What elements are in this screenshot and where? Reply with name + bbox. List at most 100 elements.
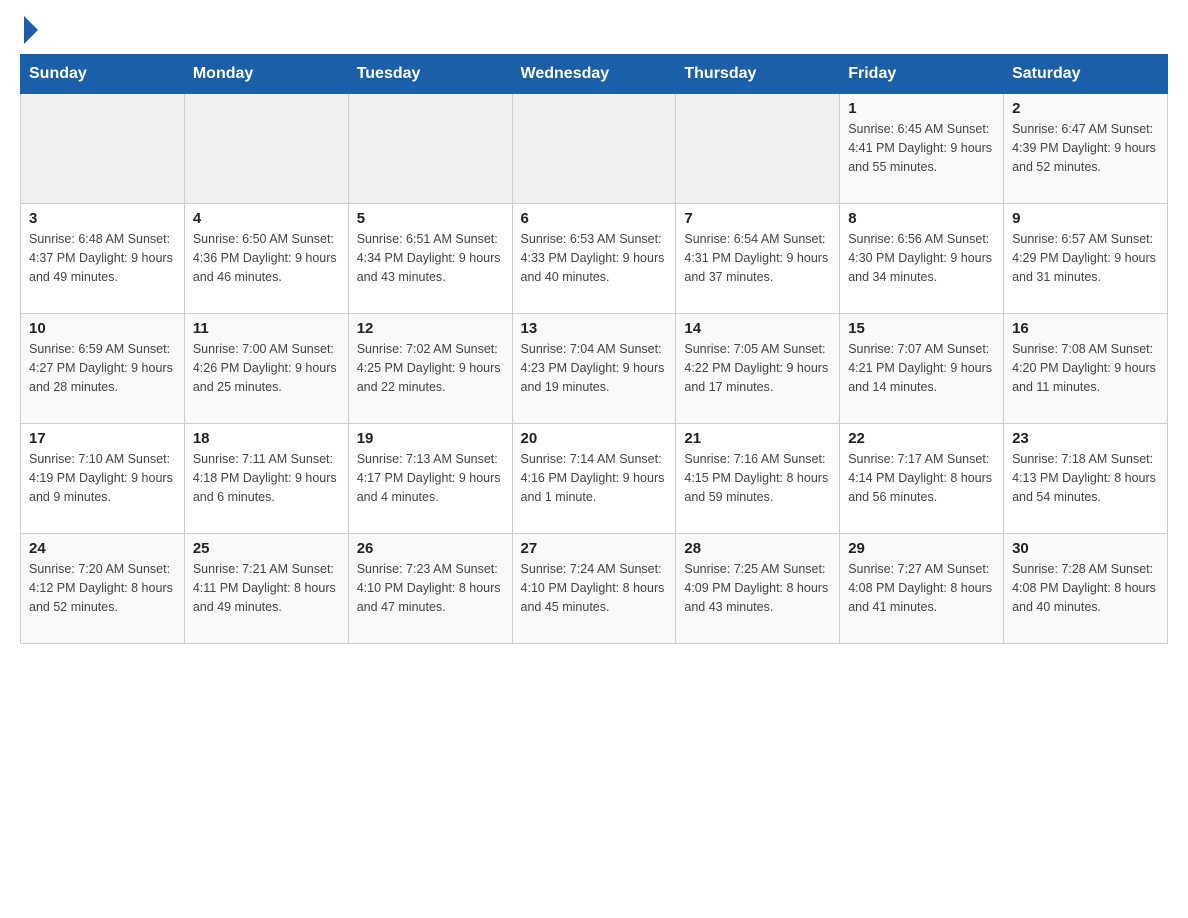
day-info: Sunrise: 7:18 AM Sunset: 4:13 PM Dayligh…: [1012, 450, 1159, 506]
day-info: Sunrise: 7:00 AM Sunset: 4:26 PM Dayligh…: [193, 340, 340, 396]
day-info: Sunrise: 7:27 AM Sunset: 4:08 PM Dayligh…: [848, 560, 995, 616]
day-info: Sunrise: 7:25 AM Sunset: 4:09 PM Dayligh…: [684, 560, 831, 616]
day-number: 23: [1012, 430, 1159, 447]
day-info: Sunrise: 7:23 AM Sunset: 4:10 PM Dayligh…: [357, 560, 504, 616]
day-info: Sunrise: 7:10 AM Sunset: 4:19 PM Dayligh…: [29, 450, 176, 506]
calendar-header-wednesday: Wednesday: [512, 55, 676, 94]
day-info: Sunrise: 6:47 AM Sunset: 4:39 PM Dayligh…: [1012, 120, 1159, 176]
calendar-cell: 3 Sunrise: 6:48 AM Sunset: 4:37 PM Daylig…: [21, 204, 185, 314]
day-info: Sunrise: 7:13 AM Sunset: 4:17 PM Dayligh…: [357, 450, 504, 506]
calendar-cell: 5 Sunrise: 6:51 AM Sunset: 4:34 PM Daylig…: [348, 204, 512, 314]
calendar-cell: 17 Sunrise: 7:10 AM Sunset: 4:19 PM Dayli…: [21, 424, 185, 534]
calendar-cell: 20Sunrise: 7:14 AM Sunset: 4:16 PM Dayli…: [512, 424, 676, 534]
day-number: 19: [357, 430, 504, 447]
calendar-cell: 29 Sunrise: 7:27 AM Sunset: 4:08 PM Dayli…: [840, 534, 1004, 644]
calendar-cell: 23 Sunrise: 7:18 AM Sunset: 4:13 PM Dayli…: [1004, 424, 1168, 534]
calendar-cell: 2Sunrise: 6:47 AM Sunset: 4:39 PM Daylig…: [1004, 94, 1168, 204]
day-number: 10: [29, 320, 176, 337]
calendar-cell: 18 Sunrise: 7:11 AM Sunset: 4:18 PM Dayli…: [184, 424, 348, 534]
calendar-cell: 6 Sunrise: 6:53 AM Sunset: 4:33 PM Daylig…: [512, 204, 676, 314]
calendar-cell: [676, 94, 840, 204]
calendar-cell: 27Sunrise: 7:24 AM Sunset: 4:10 PM Dayli…: [512, 534, 676, 644]
day-number: 8: [848, 210, 995, 227]
day-number: 24: [29, 540, 176, 557]
day-info: Sunrise: 6:59 AM Sunset: 4:27 PM Dayligh…: [29, 340, 176, 396]
calendar-header-friday: Friday: [840, 55, 1004, 94]
calendar-cell: 16 Sunrise: 7:08 AM Sunset: 4:20 PM Dayli…: [1004, 314, 1168, 424]
day-number: 14: [684, 320, 831, 337]
calendar-header-monday: Monday: [184, 55, 348, 94]
day-number: 27: [521, 540, 668, 557]
day-info: Sunrise: 7:21 AM Sunset: 4:11 PM Dayligh…: [193, 560, 340, 616]
day-info: Sunrise: 7:08 AM Sunset: 4:20 PM Dayligh…: [1012, 340, 1159, 396]
day-number: 13: [521, 320, 668, 337]
day-info: Sunrise: 6:51 AM Sunset: 4:34 PM Dayligh…: [357, 230, 504, 286]
day-info: Sunrise: 6:50 AM Sunset: 4:36 PM Dayligh…: [193, 230, 340, 286]
calendar-cell: 12 Sunrise: 7:02 AM Sunset: 4:25 PM Dayli…: [348, 314, 512, 424]
calendar-cell: 1 Sunrise: 6:45 AM Sunset: 4:41 PM Daylig…: [840, 94, 1004, 204]
day-number: 4: [193, 210, 340, 227]
day-number: 6: [521, 210, 668, 227]
day-info: Sunrise: 7:11 AM Sunset: 4:18 PM Dayligh…: [193, 450, 340, 506]
day-number: 30: [1012, 540, 1159, 557]
calendar-cell: 11 Sunrise: 7:00 AM Sunset: 4:26 PM Dayli…: [184, 314, 348, 424]
calendar-cell: 19 Sunrise: 7:13 AM Sunset: 4:17 PM Dayli…: [348, 424, 512, 534]
calendar-cell: 13 Sunrise: 7:04 AM Sunset: 4:23 PM Dayli…: [512, 314, 676, 424]
day-number: 5: [357, 210, 504, 227]
day-info: Sunrise: 6:45 AM Sunset: 4:41 PM Dayligh…: [848, 120, 995, 176]
calendar-cell: 28 Sunrise: 7:25 AM Sunset: 4:09 PM Dayli…: [676, 534, 840, 644]
day-info: Sunrise: 7:20 AM Sunset: 4:12 PM Dayligh…: [29, 560, 176, 616]
day-info: Sunrise: 6:56 AM Sunset: 4:30 PM Dayligh…: [848, 230, 995, 286]
calendar-cell: 9Sunrise: 6:57 AM Sunset: 4:29 PM Daylig…: [1004, 204, 1168, 314]
calendar-header-row: SundayMondayTuesdayWednesdayThursdayFrid…: [21, 55, 1168, 94]
calendar-header-thursday: Thursday: [676, 55, 840, 94]
day-info: Sunrise: 6:53 AM Sunset: 4:33 PM Dayligh…: [521, 230, 668, 286]
day-info: Sunrise: 6:54 AM Sunset: 4:31 PM Dayligh…: [684, 230, 831, 286]
calendar-cell: [184, 94, 348, 204]
day-number: 16: [1012, 320, 1159, 337]
day-info: Sunrise: 6:48 AM Sunset: 4:37 PM Dayligh…: [29, 230, 176, 286]
day-info: Sunrise: 7:28 AM Sunset: 4:08 PM Dayligh…: [1012, 560, 1159, 616]
day-info: Sunrise: 7:16 AM Sunset: 4:15 PM Dayligh…: [684, 450, 831, 506]
page-header: [20, 20, 1168, 44]
day-number: 12: [357, 320, 504, 337]
day-info: Sunrise: 7:07 AM Sunset: 4:21 PM Dayligh…: [848, 340, 995, 396]
calendar-cell: 21 Sunrise: 7:16 AM Sunset: 4:15 PM Dayli…: [676, 424, 840, 534]
calendar-cell: 8 Sunrise: 6:56 AM Sunset: 4:30 PM Daylig…: [840, 204, 1004, 314]
calendar-cell: 4 Sunrise: 6:50 AM Sunset: 4:36 PM Daylig…: [184, 204, 348, 314]
calendar-week-row: 17 Sunrise: 7:10 AM Sunset: 4:19 PM Dayli…: [21, 424, 1168, 534]
day-number: 15: [848, 320, 995, 337]
calendar-cell: [512, 94, 676, 204]
calendar-week-row: 3 Sunrise: 6:48 AM Sunset: 4:37 PM Daylig…: [21, 204, 1168, 314]
day-info: Sunrise: 7:05 AM Sunset: 4:22 PM Dayligh…: [684, 340, 831, 396]
calendar-cell: 10 Sunrise: 6:59 AM Sunset: 4:27 PM Dayli…: [21, 314, 185, 424]
day-number: 18: [193, 430, 340, 447]
calendar-cell: [21, 94, 185, 204]
calendar-table: SundayMondayTuesdayWednesdayThursdayFrid…: [20, 54, 1168, 644]
day-number: 3: [29, 210, 176, 227]
calendar-cell: 14 Sunrise: 7:05 AM Sunset: 4:22 PM Dayli…: [676, 314, 840, 424]
day-number: 11: [193, 320, 340, 337]
logo-triangle-icon: [24, 16, 38, 44]
day-number: 29: [848, 540, 995, 557]
day-number: 28: [684, 540, 831, 557]
logo: [20, 20, 38, 44]
day-number: 17: [29, 430, 176, 447]
day-number: 26: [357, 540, 504, 557]
calendar-cell: 26 Sunrise: 7:23 AM Sunset: 4:10 PM Dayli…: [348, 534, 512, 644]
calendar-cell: [348, 94, 512, 204]
day-number: 22: [848, 430, 995, 447]
calendar-cell: 24 Sunrise: 7:20 AM Sunset: 4:12 PM Dayli…: [21, 534, 185, 644]
calendar-cell: 7Sunrise: 6:54 AM Sunset: 4:31 PM Daylig…: [676, 204, 840, 314]
calendar-week-row: 10 Sunrise: 6:59 AM Sunset: 4:27 PM Dayli…: [21, 314, 1168, 424]
day-info: Sunrise: 7:14 AM Sunset: 4:16 PM Dayligh…: [521, 450, 668, 506]
calendar-week-row: 24 Sunrise: 7:20 AM Sunset: 4:12 PM Dayli…: [21, 534, 1168, 644]
day-info: Sunrise: 7:02 AM Sunset: 4:25 PM Dayligh…: [357, 340, 504, 396]
day-info: Sunrise: 7:04 AM Sunset: 4:23 PM Dayligh…: [521, 340, 668, 396]
day-number: 21: [684, 430, 831, 447]
calendar-header-tuesday: Tuesday: [348, 55, 512, 94]
day-number: 1: [848, 100, 995, 117]
calendar-header-saturday: Saturday: [1004, 55, 1168, 94]
calendar-cell: 30 Sunrise: 7:28 AM Sunset: 4:08 PM Dayli…: [1004, 534, 1168, 644]
calendar-cell: 25Sunrise: 7:21 AM Sunset: 4:11 PM Dayli…: [184, 534, 348, 644]
